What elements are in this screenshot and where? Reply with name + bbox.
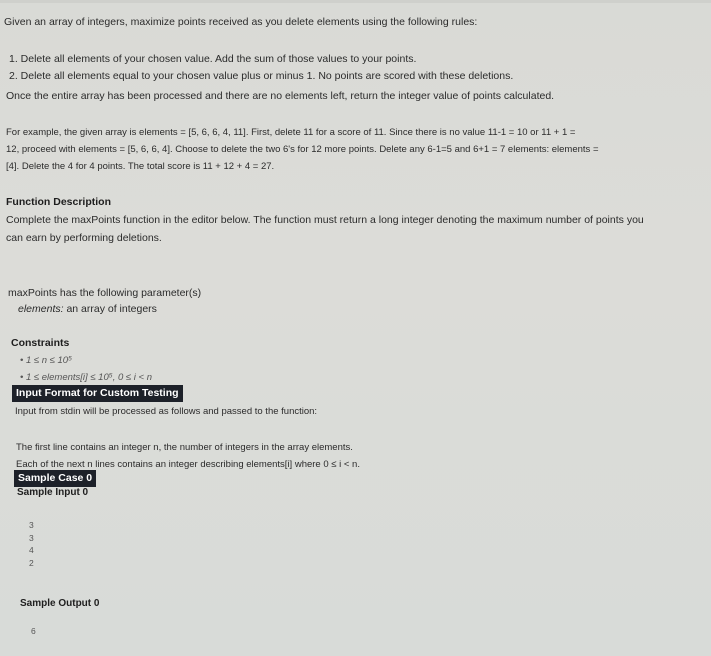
input-format-line-1: Input from stdin will be processed as fo… — [15, 406, 318, 417]
example-line-2: 12, proceed with elements = [5, 6, 6, 4]… — [6, 144, 599, 155]
function-description-line-2: can earn by performing deletions. — [6, 232, 162, 244]
sample-input-value: 4 — [29, 545, 34, 555]
conclusion-text: Once the entire array has been processed… — [6, 90, 555, 102]
sample-output-heading: Sample Output 0 — [20, 598, 100, 609]
rule-2: 2. Delete all elements equal to your cho… — [9, 70, 514, 82]
sample-input-values: 3 3 4 2 — [29, 519, 34, 569]
sample-output-value: 6 — [31, 626, 36, 636]
sample-input-value: 3 — [29, 532, 34, 543]
parameters-intro: maxPoints has the following parameter(s) — [8, 287, 202, 299]
sample-case-badge: Sample Case 0 — [14, 470, 97, 487]
constraint-2: • 1 ≤ elements[i] ≤ 10⁵, 0 ≤ i < n — [20, 372, 153, 383]
function-description-line-1: Complete the maxPoints function in the e… — [6, 214, 644, 226]
constraint-1: • 1 ≤ n ≤ 10⁵ — [20, 355, 73, 366]
input-format-line-2: The first line contains an integer n, th… — [16, 442, 353, 453]
example-line-3: [4]. Delete the 4 for 4 points. The tota… — [6, 161, 275, 172]
parameter-item: elements: an array of integers — [18, 302, 157, 316]
function-description-heading: Function Description — [6, 196, 111, 208]
sample-input-heading: Sample Input 0 — [17, 487, 89, 498]
constraints-heading: Constraints — [11, 337, 70, 349]
example-line-1: For example, the given array is elements… — [6, 127, 576, 138]
parameter-name: elements: — [18, 303, 64, 315]
intro-text: Given an array of integers, maximize poi… — [4, 16, 478, 28]
parameter-desc: an array of integers — [63, 303, 157, 315]
sample-input-value: 2 — [29, 557, 34, 568]
sample-input-value: 3 — [29, 520, 34, 530]
top-divider — [0, 0, 711, 3]
input-format-badge: Input Format for Custom Testing — [12, 385, 183, 402]
rule-1: 1. Delete all elements of your chosen va… — [9, 53, 417, 65]
